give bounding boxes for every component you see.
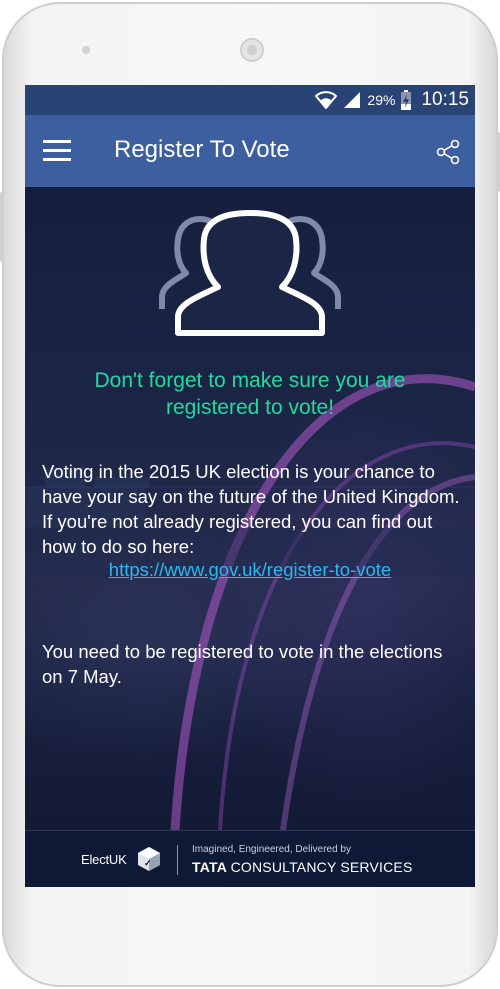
battery-percent: 29%	[367, 92, 396, 108]
intro-paragraph: Voting in the 2015 UK election is your c…	[42, 461, 460, 557]
footer: ElectUK ✓ Imagined, Engineered, Delivere…	[25, 830, 475, 887]
clock: 10:15	[421, 89, 469, 110]
page-title: Register To Vote	[114, 136, 290, 163]
deadline-paragraph: You need to be registered to vote in the…	[42, 641, 443, 687]
electuk-logo-icon: ✓	[138, 847, 160, 871]
content-area: Don't forget to make sure you are regist…	[25, 187, 475, 830]
phone-screen: 29% 10:15 Register To Vote Don't forget …	[25, 85, 475, 887]
power-button	[0, 192, 4, 262]
register-link[interactable]: https://www.gov.uk/register-to-vote	[25, 559, 475, 581]
status-bar: 29% 10:15	[25, 85, 475, 115]
wifi-icon	[315, 91, 338, 109]
app-bar: Register To Vote	[25, 115, 475, 187]
tcs-brand-bold: TATA	[192, 859, 227, 875]
tcs-brand: TATA CONSULTANCY SERVICES	[192, 859, 413, 875]
electuk-label: ElectUK	[81, 852, 127, 867]
share-icon[interactable]	[433, 137, 463, 167]
volume-button	[496, 132, 500, 192]
people-group-icon	[159, 210, 341, 336]
speaker-grille	[240, 38, 264, 62]
front-camera	[82, 46, 90, 54]
signal-icon	[344, 92, 361, 108]
headline: Don't forget to make sure you are regist…	[94, 369, 406, 419]
footer-divider	[177, 845, 178, 875]
battery-charging-icon	[401, 90, 412, 110]
menu-icon[interactable]	[43, 140, 71, 162]
tcs-brand-rest: CONSULTANCY SERVICES	[230, 859, 413, 875]
footer-tagline: Imagined, Engineered, Delivered by	[192, 844, 351, 855]
svg-text:✓: ✓	[144, 858, 152, 868]
